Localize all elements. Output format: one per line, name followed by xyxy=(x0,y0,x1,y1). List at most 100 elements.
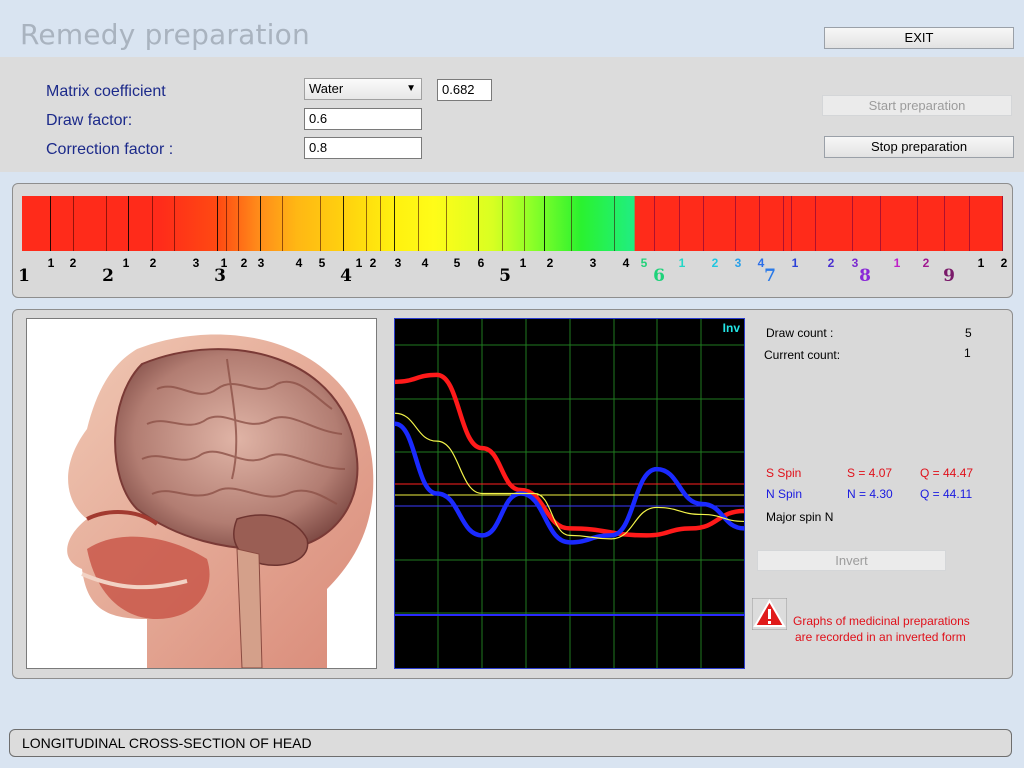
exit-button[interactable]: EXIT xyxy=(824,27,1014,49)
warning-icon xyxy=(751,597,788,631)
chevron-down-icon: ▼ xyxy=(406,83,416,94)
status-text: LONGITUDINAL CROSS-SECTION OF HEAD xyxy=(22,735,312,751)
matrix-coefficient-value[interactable]: 0.682 xyxy=(437,79,492,101)
spectrum-tick xyxy=(446,196,447,251)
spectrum-sublabel: 1 xyxy=(122,256,130,270)
inverted-indicator: Inv xyxy=(722,321,740,335)
spectrum-tick xyxy=(478,196,479,251)
spectrum-band-label: 6 xyxy=(653,266,665,286)
warning-text-line-1: Graphs of medicinal preparations xyxy=(793,614,970,628)
spectrum-tick xyxy=(152,196,153,251)
spectrum-band-label: 1 xyxy=(18,266,30,286)
n-spin-q: Q = 44.11 xyxy=(920,487,973,501)
spectrum-tick xyxy=(320,196,321,251)
spectrum-sublabel: 1 xyxy=(519,256,527,270)
spectrum-tick xyxy=(703,196,704,251)
status-bar: LONGITUDINAL CROSS-SECTION OF HEAD xyxy=(9,729,1012,757)
spectrum-sublabel: 1 xyxy=(893,256,901,270)
spectrum-tick xyxy=(174,196,175,251)
spectrum-tick xyxy=(791,196,792,251)
spectrum-sublabel: 4 xyxy=(421,256,429,270)
s-spin-q: Q = 44.47 xyxy=(920,466,974,480)
spectrum-sublabel: 3 xyxy=(192,256,200,270)
spectrum-tick xyxy=(238,196,239,251)
draw-factor-input[interactable]: 0.6 xyxy=(304,108,422,130)
spectrum-sublabel: 2 xyxy=(711,256,719,270)
warning-text-line-2: are recorded in an inverted form xyxy=(795,630,966,644)
spectrum-tick xyxy=(282,196,283,251)
spectrum-tick xyxy=(226,196,227,251)
spectrum-tick xyxy=(106,196,107,251)
spectrum-band-label: 8 xyxy=(859,266,871,286)
spectrum-tick xyxy=(128,196,129,251)
spectrum-sublabel: 2 xyxy=(546,256,554,270)
correction-factor-input[interactable]: 0.8 xyxy=(304,137,422,159)
matrix-coefficient-label: Matrix coefficient xyxy=(46,83,166,100)
spectrum-sublabel: 4 xyxy=(295,256,303,270)
spectrum-tick xyxy=(735,196,736,251)
spectrum-tick xyxy=(917,196,918,251)
spectrum-band-label: 4 xyxy=(340,266,352,286)
spectrum-tick xyxy=(394,196,395,251)
draw-count-label: Draw count : xyxy=(766,326,834,340)
spectrum-sublabel: 2 xyxy=(1000,256,1008,270)
spectrum-sublabel: 5 xyxy=(640,256,648,270)
n-spin-value: N = 4.30 xyxy=(847,487,893,501)
spectrum-tick xyxy=(380,196,381,251)
spectrum-sublabel: 2 xyxy=(69,256,77,270)
stop-preparation-button[interactable]: Stop preparation xyxy=(824,136,1014,158)
spectrum-tick xyxy=(343,196,344,251)
spectrum-tick xyxy=(502,196,503,251)
spectrum-sublabel: 2 xyxy=(827,256,835,270)
correction-factor-label: Correction factor : xyxy=(46,141,174,158)
spectrum-tick xyxy=(852,196,853,251)
draw-count-value: 5 xyxy=(965,326,972,340)
matrix-select-value: Water xyxy=(309,81,344,96)
s-spin-value: S = 4.07 xyxy=(847,466,893,480)
spectrum-tick xyxy=(880,196,881,251)
spectrum-sublabel: 5 xyxy=(318,256,326,270)
spectrum-sublabel: 3 xyxy=(394,256,402,270)
spectrum-band-label: 5 xyxy=(499,266,511,286)
s-spin-label: S Spin xyxy=(766,466,802,480)
spectrum-sublabel: 2 xyxy=(922,256,930,270)
spectrum-tick xyxy=(73,196,74,251)
spectrum-tick xyxy=(759,196,760,251)
spectrum-tick xyxy=(654,196,655,251)
spectrum-sublabel: 1 xyxy=(977,256,985,270)
spectrum-tick xyxy=(1002,196,1003,251)
spectrum-band-label: 2 xyxy=(102,266,114,286)
spectrum-tick xyxy=(217,196,218,251)
spectrum-sublabel: 1 xyxy=(678,256,686,270)
spectrum-sublabel: 5 xyxy=(453,256,461,270)
spectrum-tick xyxy=(418,196,419,251)
spectrum-band-label: 9 xyxy=(943,266,955,286)
spectrum-sublabel: 6 xyxy=(477,256,485,270)
spectrum-sublabel: 2 xyxy=(369,256,377,270)
spectrum-sublabel: 4 xyxy=(622,256,630,270)
start-preparation-button[interactable]: Start preparation xyxy=(822,95,1012,116)
spectrum-tick xyxy=(366,196,367,251)
spectrum-bar xyxy=(22,196,1003,251)
n-spin-label: N Spin xyxy=(766,487,803,501)
spectrum-tick xyxy=(815,196,816,251)
draw-factor-label: Draw factor: xyxy=(46,112,133,129)
spectrum-band-label: 7 xyxy=(764,266,776,286)
current-count-label: Current count: xyxy=(764,348,841,362)
spectrum-tick xyxy=(679,196,680,251)
spectrum-sublabel: 3 xyxy=(851,256,859,270)
spectrum-sublabel: 3 xyxy=(734,256,742,270)
spectrum-tick xyxy=(783,196,784,251)
spectrum-sublabel: 1 xyxy=(47,256,55,270)
invert-button[interactable]: Invert xyxy=(757,550,946,571)
spectrum-tick xyxy=(571,196,572,251)
spectrum-tick xyxy=(260,196,261,251)
matrix-select[interactable]: Water ▼ xyxy=(304,78,422,100)
major-spin-label: Major spin N xyxy=(766,510,834,524)
spectrum-tick xyxy=(614,196,615,251)
spectrum-sublabel: 2 xyxy=(240,256,248,270)
spectrum-tick xyxy=(944,196,945,251)
spectrum-tick xyxy=(969,196,970,251)
spectrum-tick xyxy=(50,196,51,251)
spectrum-sublabel: 3 xyxy=(589,256,597,270)
